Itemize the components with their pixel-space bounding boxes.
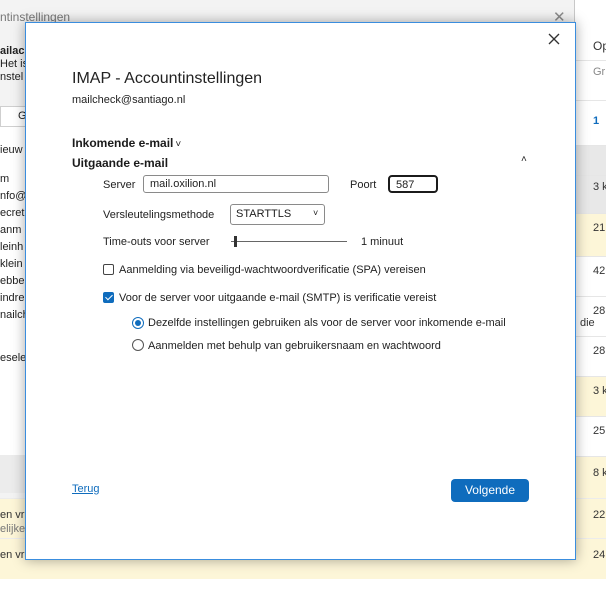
list-item[interactable]: anm <box>0 224 21 236</box>
table-row[interactable]: 25 <box>576 416 606 457</box>
outgoing-mail-section-label: Uitgaande e-mail <box>72 156 169 170</box>
account-email: mailcheck@santiago.nl <box>72 94 186 106</box>
timeout-slider-thumb[interactable] <box>234 236 238 247</box>
list-item[interactable]: nfo@ <box>0 190 26 202</box>
table-row[interactable]: 21 <box>576 213 606 257</box>
next-button[interactable]: Volgende <box>451 479 529 502</box>
table-row[interactable]: 1 <box>576 100 606 146</box>
list-item[interactable]: indre <box>0 292 24 304</box>
background-account-list: ieuw m nfo@ ecret anm leinh klein ebbe i… <box>0 126 32 457</box>
mail-list-right-column: Op Gr 1 3 k 21 42 28 die 28 3 k 25 8 k <box>576 0 606 499</box>
list-item[interactable]: leinh <box>0 241 23 253</box>
login-credentials-radio[interactable] <box>132 339 144 351</box>
table-row[interactable] <box>576 145 606 176</box>
server-input[interactable]: mail.oxilion.nl <box>143 175 329 193</box>
smtp-auth-checkbox[interactable] <box>103 292 114 303</box>
imap-account-settings-dialog: IMAP - Accountinstellingen mailcheck@san… <box>25 22 576 560</box>
table-row[interactable]: 42 <box>576 256 606 297</box>
list-item[interactable]: klein <box>0 258 23 270</box>
incoming-mail-section-toggle[interactable]: Inkomende e-mail ˅ <box>72 136 181 150</box>
background-settings-text: nstel <box>0 71 24 83</box>
port-label: Poort <box>350 179 377 191</box>
column-header[interactable]: Op <box>576 30 606 60</box>
table-row[interactable]: 3 k <box>576 175 606 214</box>
close-button[interactable] <box>543 28 565 50</box>
timeout-label: Time-outs voor server <box>103 236 210 248</box>
table-row[interactable]: 8 k <box>576 456 606 499</box>
spa-label: Aanmelding via beveiligd-wachtwoordverif… <box>119 264 426 276</box>
encryption-label: Versleutelingsmethode <box>103 209 215 221</box>
incoming-mail-section-label: Inkomende e-mail <box>72 136 174 150</box>
background-info-text: Het is <box>0 58 29 70</box>
table-row[interactable]: 28 die <box>576 296 606 337</box>
spa-checkbox[interactable] <box>103 264 114 275</box>
login-credentials-label: Aanmelden met behulp van gebruikersnaam … <box>148 340 441 352</box>
smtp-auth-label: Voor de server voor uitgaande e-mail (SM… <box>119 292 437 304</box>
column-subheader[interactable]: Gr <box>576 60 606 85</box>
same-settings-radio[interactable] <box>132 317 144 329</box>
list-item[interactable]: ecret <box>0 207 24 219</box>
chevron-down-icon: ˅ <box>313 208 319 218</box>
port-input[interactable]: 587 <box>388 175 438 193</box>
background-account-name: ailac <box>0 45 25 57</box>
encryption-select-value: STARTTLS <box>236 208 292 220</box>
back-link[interactable]: Terug <box>72 483 100 495</box>
timeout-slider-track[interactable] <box>231 241 347 242</box>
close-icon <box>548 33 560 45</box>
timeout-value: 1 minuut <box>361 236 404 248</box>
chevron-down-icon: ˅ <box>175 139 182 150</box>
list-item[interactable]: m <box>0 173 9 185</box>
table-row[interactable]: 28 <box>576 336 606 377</box>
server-label: Server <box>103 179 136 191</box>
same-settings-label: Dezelfde instellingen gebruiken als voor… <box>148 317 506 329</box>
table-row[interactable]: 3 k <box>576 376 606 417</box>
chevron-up-icon[interactable]: ˄ <box>521 154 527 165</box>
dialog-title: IMAP - Accountinstellingen <box>72 70 263 87</box>
encryption-select[interactable]: STARTTLS ˅ <box>230 204 325 225</box>
list-item[interactable]: ieuw <box>0 144 23 156</box>
row-preview-text: die <box>580 317 595 329</box>
list-item[interactable]: ebbe <box>0 275 24 287</box>
